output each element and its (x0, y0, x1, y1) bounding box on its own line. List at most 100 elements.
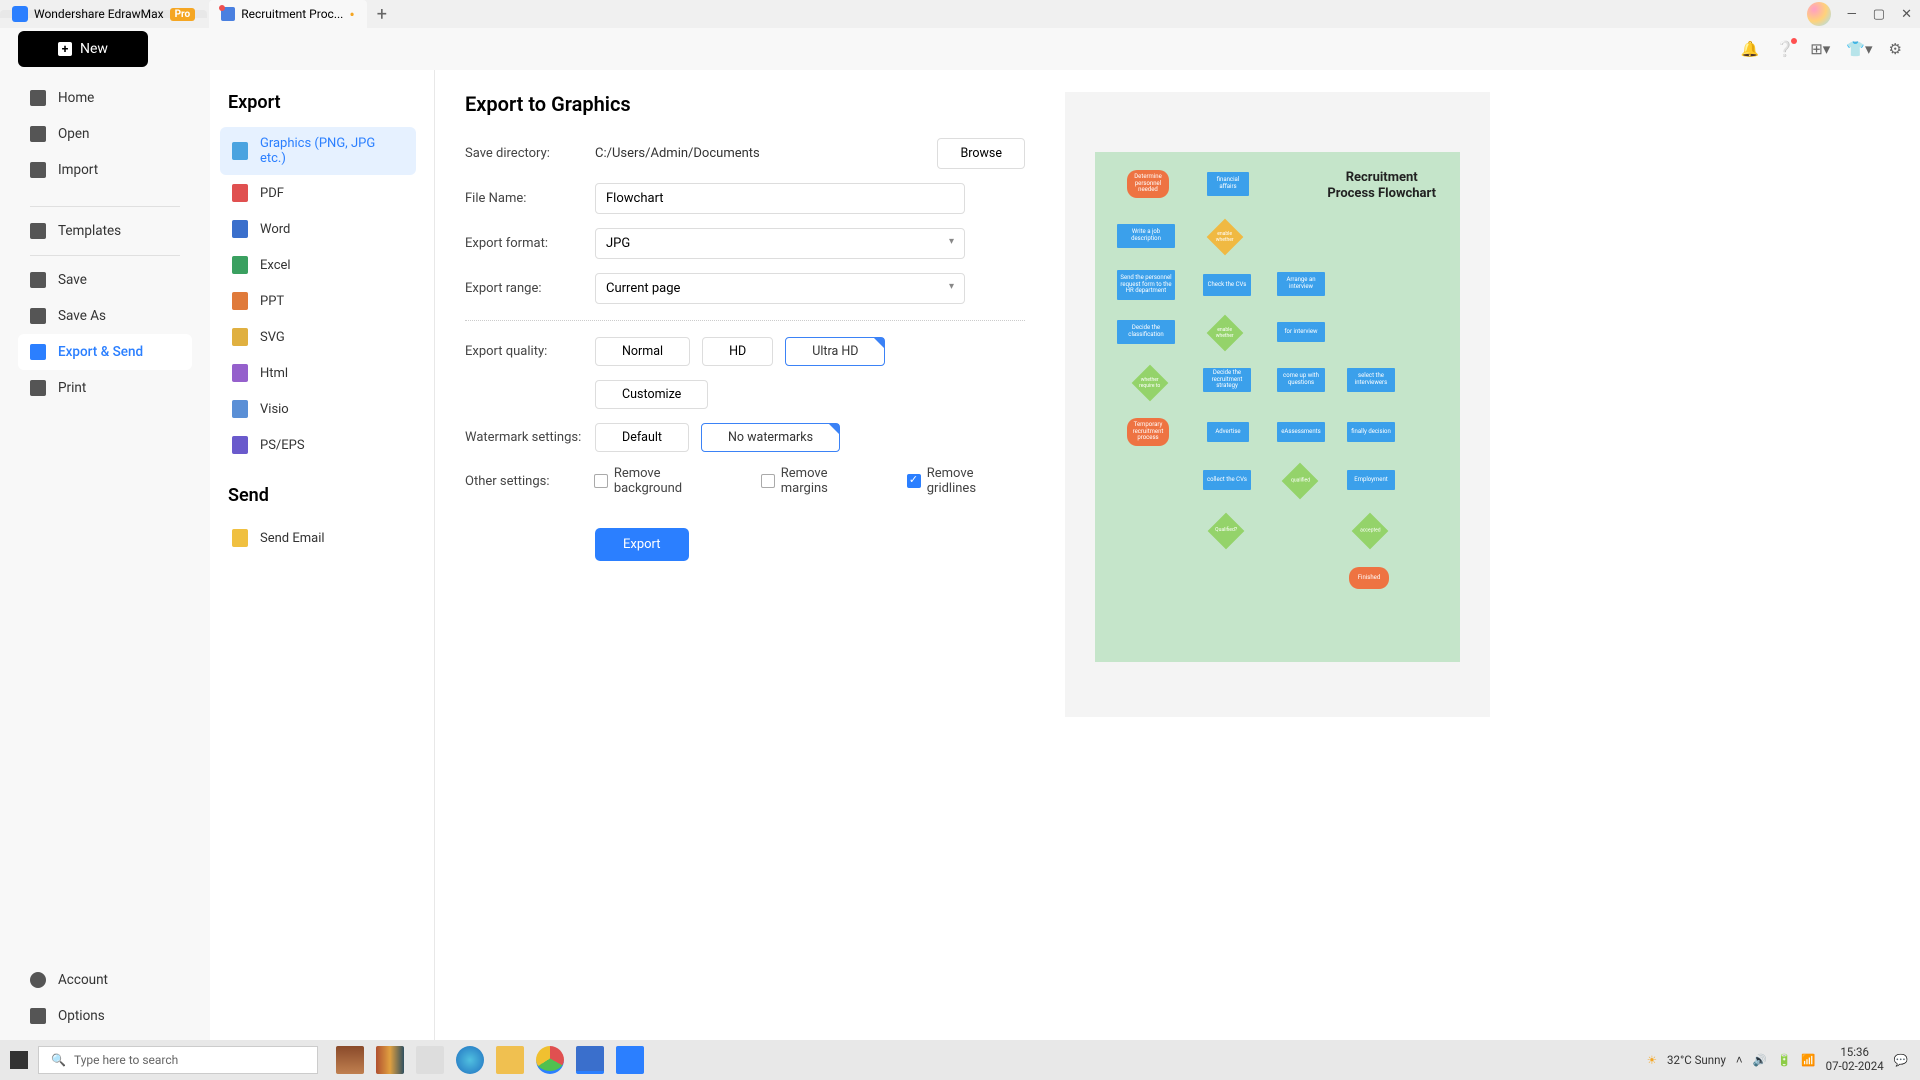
tray-notifications-icon[interactable]: 💬 (1894, 1053, 1908, 1067)
new-document-button[interactable]: + New (18, 31, 148, 67)
sidebar-item-print[interactable]: Print (18, 370, 192, 406)
account-icon (30, 972, 46, 988)
filename-input[interactable] (595, 183, 965, 214)
export-icon (30, 344, 46, 360)
home-icon (30, 90, 46, 106)
tray-battery-icon[interactable]: 🔋 (1777, 1053, 1791, 1067)
sidebar-item-open[interactable]: Open (18, 116, 192, 152)
checkbox-icon (907, 474, 921, 488)
sidebar-item-import[interactable]: Import (18, 152, 192, 188)
remove-gridlines-checkbox[interactable]: Remove gridlines (907, 466, 1025, 496)
new-tab-button[interactable]: + (367, 4, 397, 25)
app-tab[interactable]: Wondershare EdrawMax Pro (0, 10, 207, 18)
format-label: Visio (260, 402, 289, 417)
format-pseps[interactable]: PS/EPS (220, 427, 416, 463)
sidebar-label: Open (58, 126, 89, 142)
start-button[interactable] (10, 1051, 28, 1069)
weather-text[interactable]: 32°C Sunny (1667, 1053, 1726, 1067)
tray-chevron[interactable]: ˄ (1736, 1053, 1743, 1067)
excel-file-icon (232, 256, 248, 274)
taskbar-explorer[interactable] (496, 1046, 524, 1074)
taskbar-cortana[interactable] (336, 1046, 364, 1074)
browse-button[interactable]: Browse (937, 138, 1025, 169)
remove-bg-checkbox[interactable]: Remove background (594, 466, 731, 496)
sidebar-item-home[interactable]: Home (18, 80, 192, 116)
remove-margins-checkbox[interactable]: Remove margins (761, 466, 877, 496)
export-format-select[interactable]: JPG (595, 228, 965, 259)
checkbox-label: Remove margins (781, 466, 877, 496)
tray-wifi-icon[interactable]: 📶 (1801, 1053, 1815, 1067)
format-label: Excel (260, 258, 291, 273)
format-word[interactable]: Word (220, 211, 416, 247)
format-excel[interactable]: Excel (220, 247, 416, 283)
fc-decision: enable whether (1207, 219, 1244, 256)
image-file-icon (232, 142, 248, 160)
sidebar-item-saveas[interactable]: Save As (18, 298, 192, 334)
format-label: Html (260, 366, 288, 381)
sidebar-item-templates[interactable]: Templates (18, 213, 192, 249)
fc-node: Decide the classification (1117, 320, 1175, 344)
bell-icon[interactable]: 🔔 (1741, 40, 1760, 58)
fc-node: finally decision (1347, 422, 1395, 442)
taskbar-word[interactable] (576, 1046, 604, 1074)
fc-end: Finished (1349, 567, 1389, 589)
select-value: Current page (606, 281, 680, 296)
apps-icon[interactable]: ⊞▾ (1810, 40, 1830, 58)
content-area: Export to Graphics Save directory: C:/Us… (435, 70, 1920, 1040)
format-visio[interactable]: Visio (220, 391, 416, 427)
new-label: New (80, 41, 108, 57)
document-tab[interactable]: Recruitment Proc... • (209, 0, 367, 28)
quality-hd[interactable]: HD (702, 337, 773, 366)
windows-taskbar: 🔍 Type here to search ☀ 32°C Sunny ˄ 🔊 🔋… (0, 1040, 1920, 1080)
filename-label: File Name: (465, 191, 595, 206)
send-email[interactable]: Send Email (220, 520, 416, 556)
taskbar-search[interactable]: 🔍 Type here to search (38, 1046, 318, 1074)
taskbar-books[interactable] (376, 1046, 404, 1074)
format-ppt[interactable]: PPT (220, 283, 416, 319)
format-svg[interactable]: SVG (220, 319, 416, 355)
options-icon (30, 1008, 46, 1024)
minimize-button[interactable]: — (1847, 7, 1857, 22)
main-area: Home Open Import Templates Save Save As … (0, 70, 1920, 1040)
sidebar-label: Import (58, 162, 98, 178)
taskbar-clock[interactable]: 15:36 07-02-2024 (1826, 1046, 1884, 1074)
fc-node: Write a job description (1117, 224, 1175, 248)
customize-button[interactable]: Customize (595, 380, 708, 409)
export-column: Export Graphics (PNG, JPG etc.) PDF Word… (210, 70, 435, 1040)
page-title: Export to Graphics (465, 92, 1025, 116)
help-icon[interactable]: ❔ (1776, 40, 1795, 58)
quality-normal[interactable]: Normal (595, 337, 690, 366)
settings-icon[interactable]: ⚙ (1889, 40, 1902, 58)
app-name: Wondershare EdrawMax (34, 7, 164, 21)
export-range-select[interactable]: Current page (595, 273, 965, 304)
watermark-default[interactable]: Default (595, 423, 689, 452)
tray-sound-icon[interactable]: 🔊 (1753, 1053, 1767, 1067)
shop-icon[interactable]: 👕▾ (1846, 40, 1872, 58)
export-heading: Export (220, 92, 416, 113)
tab-modified-icon: • (349, 5, 354, 24)
maximize-button[interactable]: ▢ (1873, 7, 1885, 22)
taskbar-edraw[interactable] (616, 1046, 644, 1074)
fc-node: financial affairs (1207, 172, 1249, 196)
sidebar-item-account[interactable]: Account (18, 962, 198, 998)
taskbar-edge[interactable] (456, 1046, 484, 1074)
watermark-none[interactable]: No watermarks (701, 423, 840, 452)
visio-file-icon (232, 400, 248, 418)
user-avatar[interactable] (1807, 2, 1831, 26)
fc-start: Determine personnel needed (1127, 170, 1169, 198)
taskbar-chrome[interactable] (536, 1046, 564, 1074)
close-button[interactable]: ✕ (1901, 7, 1912, 22)
sidebar-item-save[interactable]: Save (18, 262, 192, 298)
quality-ultrahd[interactable]: Ultra HD (785, 337, 885, 366)
save-dir-path: C:/Users/Admin/Documents (595, 146, 923, 161)
format-html[interactable]: Html (220, 355, 416, 391)
format-graphics[interactable]: Graphics (PNG, JPG etc.) (220, 127, 416, 175)
taskbar-taskview[interactable] (416, 1046, 444, 1074)
weather-icon[interactable]: ☀ (1647, 1053, 1657, 1067)
sidebar-item-options[interactable]: Options (18, 998, 198, 1034)
sidebar-item-export[interactable]: Export & Send (18, 334, 192, 370)
sidebar-label: Save (58, 272, 87, 288)
export-button[interactable]: Export (595, 528, 689, 561)
sidebar-label: Export & Send (58, 344, 143, 360)
format-pdf[interactable]: PDF (220, 175, 416, 211)
